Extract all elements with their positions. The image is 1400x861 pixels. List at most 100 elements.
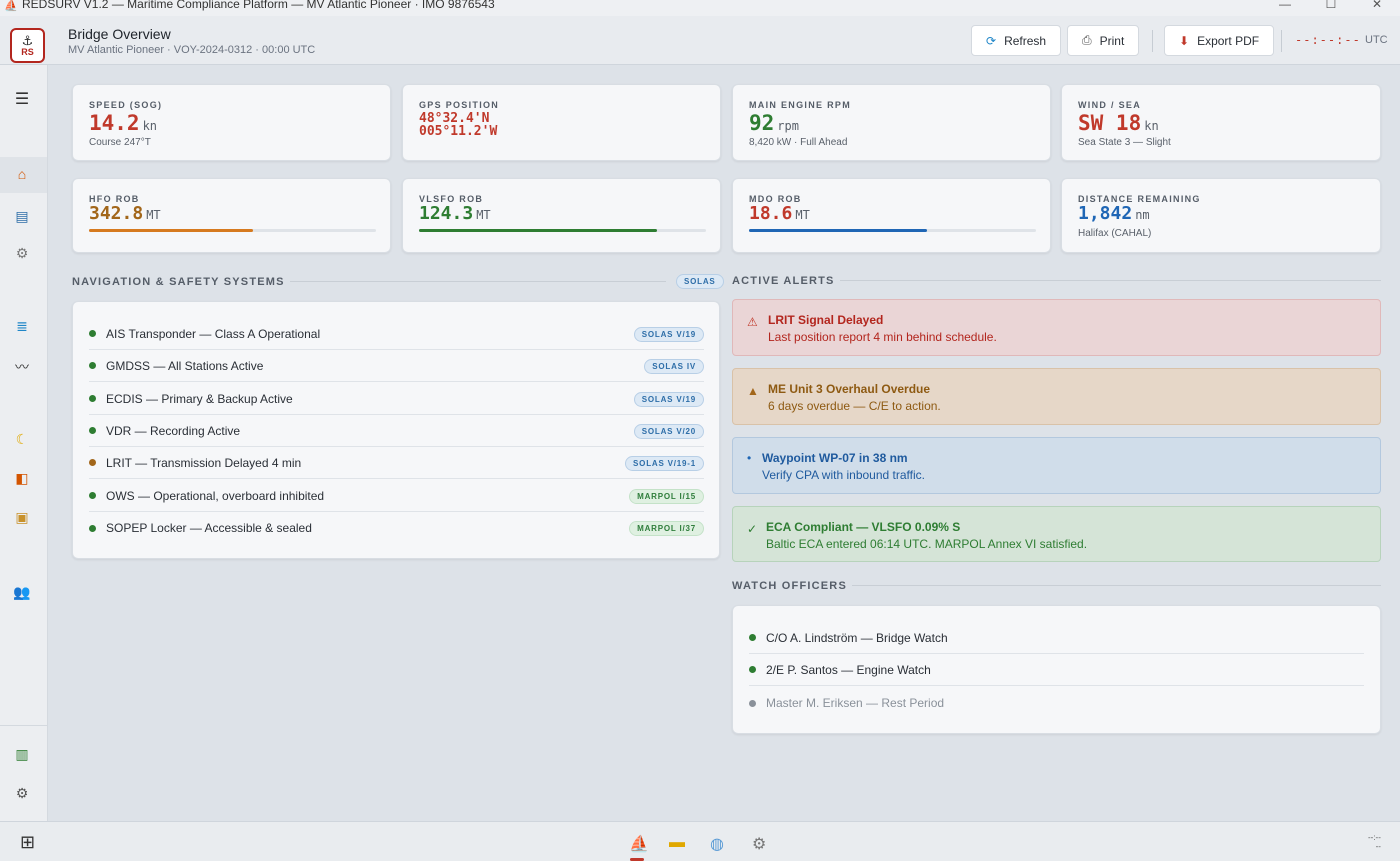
regulation-badge: MARPOL I/37 (629, 521, 704, 536)
hfo-level-bar (89, 229, 376, 232)
mdo-rob-card: MDO ROB 18.6 MT (732, 178, 1051, 253)
logo-glyph-icon: ⚓ (21, 33, 34, 48)
alert-message: Last position report 4 min behind schedu… (768, 330, 997, 344)
mdo-level-fill (749, 229, 927, 232)
database-icon[interactable]: ≣ (0, 318, 44, 335)
menu-icon[interactable]: ☰ (0, 89, 44, 109)
system-row: GMDSS — All Stations Active SOLAS IV (89, 350, 704, 382)
close-button[interactable]: ✕ (1354, 0, 1400, 16)
maximize-button[interactable]: ☐ (1308, 0, 1354, 16)
system-row: VDR — Recording Active SOLAS V/20 (89, 415, 704, 447)
alert-waypoint[interactable]: • Waypoint WP-07 in 38 nm Verify CPA wit… (732, 437, 1381, 494)
app-logo: ⚓ RS (10, 28, 45, 63)
app-icon: ⛵ (4, 0, 18, 12)
moon-icon[interactable]: ☾ (0, 431, 44, 448)
stat-label: GPS POSITION (419, 100, 500, 110)
regulation-badge: MARPOL I/15 (629, 489, 704, 504)
taskbar-clock: --:-- -- (1368, 833, 1381, 851)
logo-text: RS (21, 47, 34, 57)
distance-remaining-card: DISTANCE REMAINING 1,842 nm Halifax (CAHA… (1061, 178, 1381, 253)
gps-card: GPS POSITION 48°32.4'N 005°11.2'W (402, 84, 721, 161)
chart-icon[interactable]: ▥ (0, 746, 44, 763)
on-duty-icon (749, 634, 756, 641)
taskbar: ⊞ ⛵ ▬ ◍ ⚙ --:-- -- (0, 821, 1400, 861)
solas-badge: SOLAS (676, 274, 724, 289)
status-ok-icon (89, 395, 96, 402)
system-row: LRIT — Transmission Delayed 4 min SOLAS … (89, 447, 704, 479)
export-pdf-button[interactable]: ⬇ Export PDF (1164, 25, 1275, 56)
off-duty-icon (749, 699, 756, 707)
alert-title: Waypoint WP-07 in 38 nm (762, 451, 908, 465)
package-icon[interactable]: ▣ (0, 509, 44, 526)
system-label: AIS Transponder — Class A Operational (106, 326, 321, 341)
alert-title: ME Unit 3 Overhaul Overdue (768, 382, 931, 396)
system-label: VDR — Recording Active (106, 423, 241, 438)
print-button[interactable]: ⎙ Print (1067, 25, 1140, 56)
stat-value: 342.8 MT (89, 203, 161, 224)
officer-row: C/O A. Lindström — Bridge Watch (749, 622, 1364, 654)
stat-sub: 8,420 kW · Full Ahead (749, 137, 848, 148)
wind-sea-card: WIND / SEA SW 18 kn Sea State 3 — Slight (1061, 84, 1381, 161)
stat-label: SPEED (SOG) (89, 100, 163, 110)
navigation-systems-card: AIS Transponder — Class A Operational SO… (72, 301, 720, 559)
export-icon: ⬇ (1179, 33, 1190, 48)
app-header: ⚓ RS Bridge Overview MV Atlantic Pioneer… (0, 16, 1400, 65)
status-ok-icon (89, 362, 96, 369)
stat-value: 18.6 MT (749, 203, 810, 224)
regulation-badge: SOLAS V/20 (633, 424, 704, 439)
users-icon[interactable]: 👥 (0, 584, 44, 601)
home-icon[interactable]: ⌂ (0, 166, 44, 182)
globe-icon[interactable]: ◍ (710, 834, 724, 854)
section-divider (840, 280, 1381, 281)
timezone-label: UTC (1365, 34, 1388, 46)
settings-icon[interactable]: ⚙ (752, 834, 766, 854)
stat-label: MAIN ENGINE RPM (749, 100, 852, 110)
header-divider (1281, 30, 1282, 52)
life-vest-icon[interactable]: ◧ (0, 470, 44, 487)
status-ok-icon (89, 427, 96, 434)
regulation-badge: SOLAS IV (644, 359, 704, 374)
alert-lrit[interactable]: ⚠ LRIT Signal Delayed Last position repo… (732, 299, 1381, 356)
engine-rpm-card: MAIN ENGINE RPM 92 rpm 8,420 kW · Full Ah… (732, 84, 1051, 161)
officers-section-title: WATCH OFFICERS (732, 580, 847, 592)
status-ok-icon (89, 524, 96, 532)
officer-label: 2/E P. Santos — Engine Watch (766, 662, 931, 677)
taskbar-clock-time: --:-- (1368, 833, 1381, 842)
system-label: GMDSS — All Stations Active (106, 358, 264, 373)
vlsfo-level-bar (419, 229, 706, 232)
app-ship-icon[interactable]: ⛵ (629, 834, 649, 854)
header-divider (1152, 30, 1153, 52)
info-dot-icon: • (747, 451, 752, 465)
system-label: OWS — Operational, overboard inhibited (106, 488, 325, 503)
alert-message: Baltic ECA entered 06:14 UTC. MARPOL Ann… (766, 537, 1088, 551)
stat-value: 92 rpm (749, 111, 799, 135)
system-label: ECDIS — Primary & Backup Active (106, 391, 293, 406)
refresh-icon: ⟳ (986, 33, 997, 48)
system-row: SOPEP Locker — Accessible & sealed MARPO… (89, 512, 704, 544)
alert-title: LRIT Signal Delayed (768, 313, 884, 327)
mdo-level-bar (749, 229, 1036, 232)
refresh-button[interactable]: ⟳ Refresh (971, 25, 1062, 56)
regulation-badge: SOLAS V/19 (633, 392, 704, 407)
vlsfo-rob-card: VLSFO ROB 124.3 MT (402, 178, 721, 253)
minimize-button[interactable]: — (1262, 0, 1308, 16)
section-divider (290, 281, 666, 282)
stat-value: 124.3 MT (419, 203, 491, 224)
navigation-section-title: NAVIGATION & SAFETY SYSTEMS (72, 276, 285, 288)
folder-icon[interactable]: ▬ (669, 834, 685, 852)
wave-icon[interactable]: 〰 (0, 357, 44, 377)
window-title: REDSURV V1.2 — Maritime Compliance Platf… (22, 0, 495, 11)
settings-gear-icon[interactable]: ⚙ (0, 245, 44, 262)
hfo-rob-card: HFO ROB 342.8 MT (72, 178, 391, 253)
alert-message: 6 days overdue — C/E to action. (768, 399, 941, 413)
printer-icon: ⎙ (1082, 33, 1092, 47)
alert-me-overhaul[interactable]: ▲ ME Unit 3 Overhaul Overdue 6 days over… (732, 368, 1381, 425)
gear-icon[interactable]: ⚙ (0, 785, 44, 802)
status-ok-icon (89, 330, 96, 337)
triangle-icon: ▲ (747, 384, 759, 398)
start-grid-icon[interactable]: ⊞ (20, 832, 35, 853)
alert-eca-compliant[interactable]: ✓ ECA Compliant — VLSFO 0.09% S Baltic E… (732, 506, 1381, 562)
stat-sub: Course 247°T (89, 137, 151, 148)
book-icon[interactable]: ▤ (0, 208, 44, 225)
stat-sub: Sea State 3 — Slight (1078, 137, 1171, 148)
